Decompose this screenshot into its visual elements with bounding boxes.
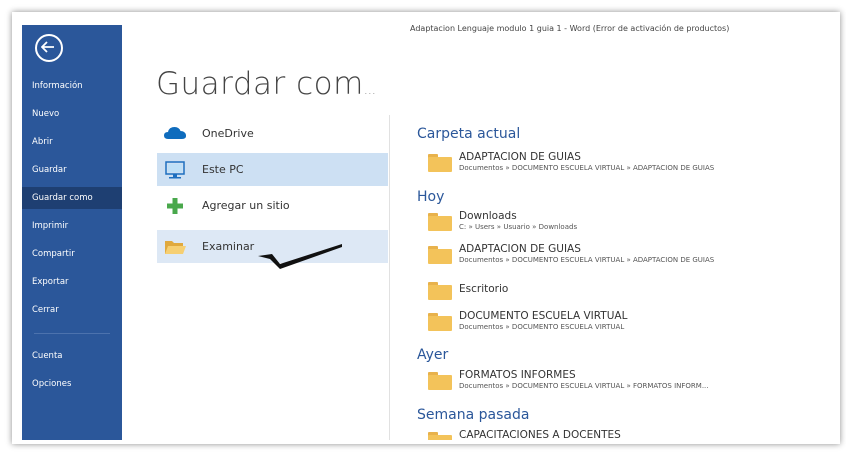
location-agregar-sitio[interactable]: Agregar un sitio [157,189,388,222]
pane-divider [389,115,390,440]
folder-name: CAPACITACIONES A DOCENTES [459,429,621,440]
folder-name: ADAPTACION DE GUIAS [459,243,581,255]
nav-informacion[interactable]: Información [22,75,122,97]
folder-name: Downloads [459,210,517,222]
back-arrow-button[interactable] [35,34,63,62]
folder-item[interactable]: FORMATOS INFORMES Documentos » DOCUMENTO… [428,369,828,399]
folder-item[interactable]: Escritorio [428,279,828,309]
folder-item[interactable]: CAPACITACIONES A DOCENTES [428,429,828,440]
folder-item[interactable]: ADAPTACION DE GUIAS Documentos » DOCUMEN… [428,243,828,273]
page-title-text: Guardar com [156,66,364,102]
document-title: Adaptacion Lenguaje modulo 1 guia 1 - Wo… [410,24,730,33]
folder-name: Escritorio [459,283,509,295]
folder-name: ADAPTACION DE GUIAS [459,151,581,163]
folder-path: Documentos » DOCUMENTO ESCUELA VIRTUAL [459,323,625,331]
nav-abrir[interactable]: Abrir [22,131,122,153]
folder-icon [428,154,452,172]
section-heading-semana-pasada: Semana pasada [417,407,530,423]
nav-imprimir[interactable]: Imprimir [22,215,122,237]
location-label: Agregar un sitio [202,199,290,212]
pc-icon [165,161,185,179]
backstage-sidebar: Información Nuevo Abrir Guardar Guardar … [22,25,122,440]
nav-exportar[interactable]: Exportar [22,271,122,293]
nav-opciones[interactable]: Opciones [22,373,122,395]
page-title-ellipsis: … [363,83,377,97]
folder-open-icon [165,241,186,254]
location-onedrive[interactable]: OneDrive [157,117,388,150]
section-heading-carpeta-actual: Carpeta actual [417,126,521,142]
folder-icon [428,313,452,331]
onedrive-icon [164,127,187,139]
location-label: OneDrive [202,127,254,140]
folder-item[interactable]: Downloads C: » Users » Usuario » Downloa… [428,210,828,240]
folder-path: C: » Users » Usuario » Downloads [459,223,578,231]
nav-guardar[interactable]: Guardar [22,159,122,181]
section-heading-ayer: Ayer [417,347,449,363]
folder-path: Documentos » DOCUMENTO ESCUELA VIRTUAL »… [459,256,715,264]
folder-icon [428,246,452,264]
nav-compartir[interactable]: Compartir [22,243,122,265]
folder-path: Documentos » DOCUMENTO ESCUELA VIRTUAL »… [459,164,715,172]
back-arrow-icon [41,41,54,53]
nav-divider [34,333,110,334]
pointer-arrow-annotation [258,244,342,269]
nav-cuenta[interactable]: Cuenta [22,345,122,367]
location-label: Este PC [202,163,244,176]
nav-cerrar[interactable]: Cerrar [22,299,122,321]
folder-icon [428,432,452,440]
folder-name: FORMATOS INFORMES [459,369,576,381]
location-label: Examinar [202,240,255,253]
folder-item[interactable]: DOCUMENTO ESCUELA VIRTUAL Documentos » D… [428,310,828,340]
page-title: Guardar com… [156,66,376,102]
plus-icon [167,198,183,214]
section-heading-hoy: Hoy [417,189,445,205]
folder-name: DOCUMENTO ESCUELA VIRTUAL [459,310,628,322]
location-este-pc[interactable]: Este PC [157,153,388,186]
nav-guardar-como[interactable]: Guardar como [22,187,122,209]
folder-icon [428,372,452,390]
folder-icon [428,213,452,231]
nav-nuevo[interactable]: Nuevo [22,103,122,125]
folder-item[interactable]: ADAPTACION DE GUIAS Documentos » DOCUMEN… [428,151,828,181]
folder-icon [428,282,452,300]
folder-path: Documentos » DOCUMENTO ESCUELA VIRTUAL »… [459,382,709,390]
